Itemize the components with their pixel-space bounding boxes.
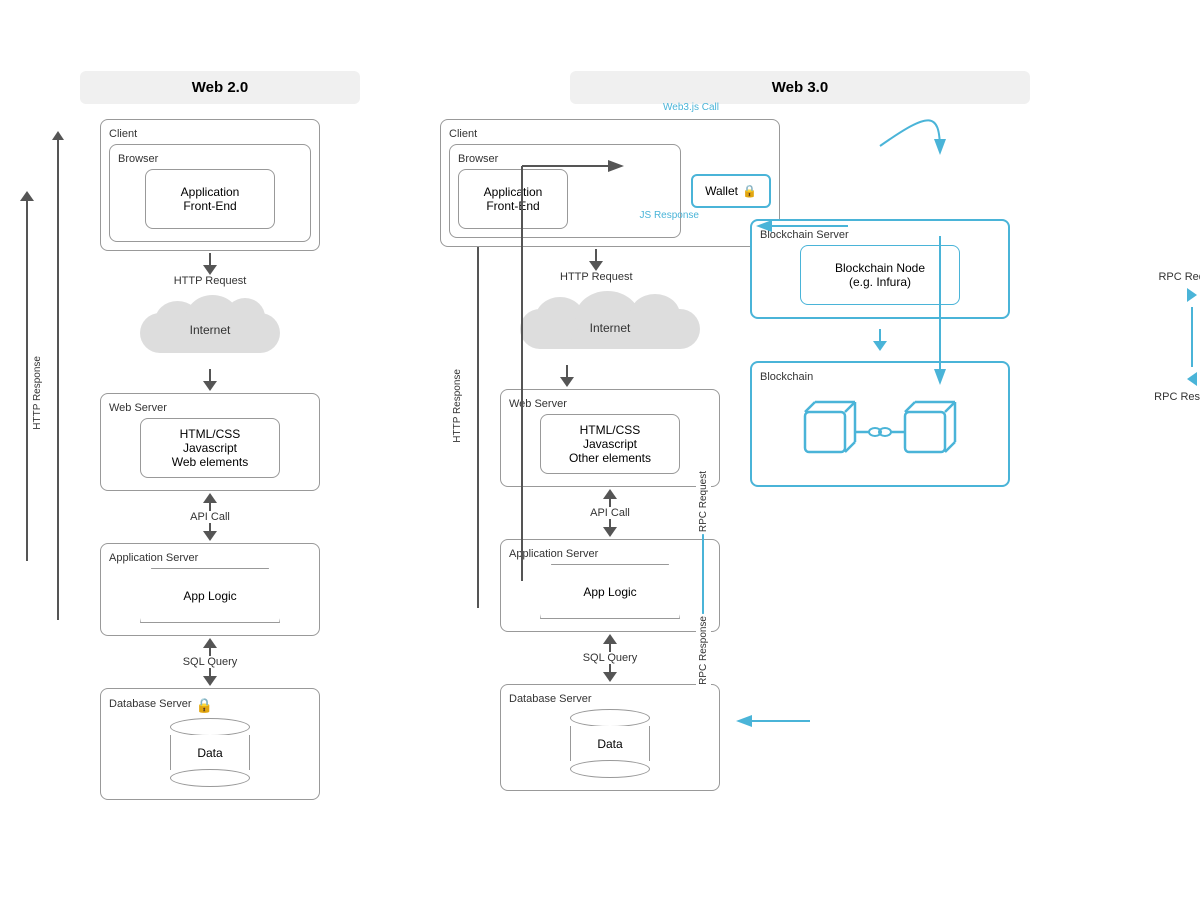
web3-blockchain-node-box: Blockchain Node(e.g. Infura) [800, 245, 960, 305]
web3-wallet-lock-icon: 🔒 [742, 184, 757, 198]
web3js-call-label: Web3.js Call [663, 102, 719, 113]
web2-webserver-label: Web Server [109, 402, 311, 414]
web3-blockchain-server-box: Blockchain Server Blockchain Node(e.g. I… [750, 219, 1010, 319]
web3-webserver-content: HTML/CSSJavascriptOther elements [540, 414, 680, 474]
web3-http-response-side: HTTP Response [452, 369, 463, 443]
web3-center-col: Client Browser ApplicationFront-End [500, 119, 720, 791]
web3-rpc-request-mid: RPC Request [696, 469, 711, 534]
web3-internet-cloud: Internet [520, 289, 700, 359]
web3-dbserver-label: Database Server [509, 693, 711, 705]
web3-appserver-box: Application Server App Logic [500, 539, 720, 632]
web2-title: Web 2.0 [80, 71, 360, 104]
web2-arrow-after-internet [203, 369, 217, 391]
web2-dbserver-box: Database Server 🔒 Data [100, 688, 320, 800]
web3-client-label: Client [449, 128, 771, 140]
web3-arrow-after-internet [560, 365, 574, 387]
web2-dbserver-header: Database Server 🔒 [109, 697, 311, 714]
web2-applogic-label: App Logic [183, 589, 236, 603]
web3-rpc-request-far: RPC Request [1158, 271, 1200, 283]
web2-cylinder: Data [109, 718, 311, 787]
web2-client-box: Client Browser ApplicationFront-End [100, 119, 320, 251]
web2-client-label: Client [109, 128, 311, 140]
web3-far-right-rpc: RPC Request RPC Response [1154, 271, 1200, 403]
web3-api-arrow: API Call [590, 489, 630, 537]
web2-webserver-content: HTML/CSSJavascriptWeb elements [140, 418, 280, 478]
web3-sql-label: SQL Query [583, 652, 638, 664]
web2-appserver-box: Application Server App Logic [100, 543, 320, 636]
web3-left-col: HTTP Response Client Browser Application… [450, 119, 730, 791]
web3-client-box: Client Browser ApplicationFront-End [440, 119, 780, 247]
web3-blockchain-arrow-down [750, 329, 1010, 351]
web3-client-inner: Browser ApplicationFront-End Wallet 🔒 [449, 144, 771, 238]
web2-response-line [52, 131, 64, 620]
web2-http-response-side: HTTP Response [32, 356, 43, 430]
web3-blockchain-server-label: Blockchain Server [760, 229, 1000, 241]
web3-api-label: API Call [590, 507, 630, 519]
web3-rpc-response-far: RPC Response [1154, 391, 1200, 403]
web3-blockchain-visual [760, 387, 1000, 477]
web3-blockchain-box: Blockchain [750, 361, 1010, 487]
web2-frontend-box: ApplicationFront-End [145, 169, 275, 229]
web2-data-label: Data [197, 746, 222, 760]
web3-internet-label: Internet [590, 321, 631, 335]
web3-applogic-box: App Logic [540, 564, 680, 619]
web3-frontend-box: ApplicationFront-End [458, 169, 568, 229]
web3-wallet-label: Wallet [705, 184, 738, 198]
web2-internet-cloud: Internet [140, 293, 280, 363]
web2-browser-box: Browser ApplicationFront-End [109, 144, 311, 242]
web2-api-label: API Call [190, 511, 230, 523]
web3-right-col: Blockchain Server Blockchain Node(e.g. I… [750, 219, 1010, 791]
web3-http-request-label: HTTP Request [560, 271, 633, 283]
web2-frontend-label: ApplicationFront-End [181, 185, 240, 213]
web2-applogic-box: App Logic [140, 568, 280, 623]
web2-http-request-label: HTTP Request [174, 275, 247, 287]
web3-sql-arrow: SQL Query [583, 634, 638, 682]
web3-dbserver-box: Database Server Data [500, 684, 720, 791]
web3-appserver-label: Application Server [509, 548, 711, 560]
web3-rpc-response-mid: RPC Response [696, 614, 711, 687]
web2-browser-label: Browser [118, 153, 302, 165]
web3-browser-label: Browser [458, 153, 672, 165]
web3-title: Web 3.0 [570, 71, 1030, 104]
web2-api-arrow: API Call [190, 493, 230, 541]
web2-dbserver-label: Database Server [109, 698, 192, 710]
web2-sql-arrow: SQL Query [183, 638, 238, 686]
web2-lock-icon: 🔒 [196, 697, 213, 714]
blockchain-svg [800, 397, 960, 467]
web2-appserver-label: Application Server [109, 552, 311, 564]
web2-webserver-box: Web Server HTML/CSSJavascriptWeb element… [100, 393, 320, 491]
web3-wallet-box: Wallet 🔒 [691, 174, 771, 208]
web3-http-request-arrow: HTTP Request [560, 249, 633, 283]
web3-layout: HTTP Response Client Browser Application… [450, 119, 1150, 791]
web3-applogic-label: App Logic [583, 585, 636, 599]
web3-webserver-box: Web Server HTML/CSSJavascriptOther eleme… [500, 389, 720, 487]
web3-js-response-label: JS Response [640, 210, 699, 221]
web2-main-column: Client Browser ApplicationFront-End HTTP… [80, 119, 340, 800]
web2-internet-label: Internet [190, 323, 231, 337]
web3-cylinder: Data [509, 709, 711, 778]
web2-http-request-arrow: HTTP Request [174, 253, 247, 287]
web2-sql-label: SQL Query [183, 656, 238, 668]
web3-browser-box: Browser ApplicationFront-End [449, 144, 681, 238]
web3-blockchain-label: Blockchain [760, 371, 1000, 383]
web3-data-label: Data [597, 737, 622, 751]
web3-rpc-labels: RPC Request RPC Response [690, 469, 716, 687]
web3-webserver-label: Web Server [509, 398, 711, 410]
